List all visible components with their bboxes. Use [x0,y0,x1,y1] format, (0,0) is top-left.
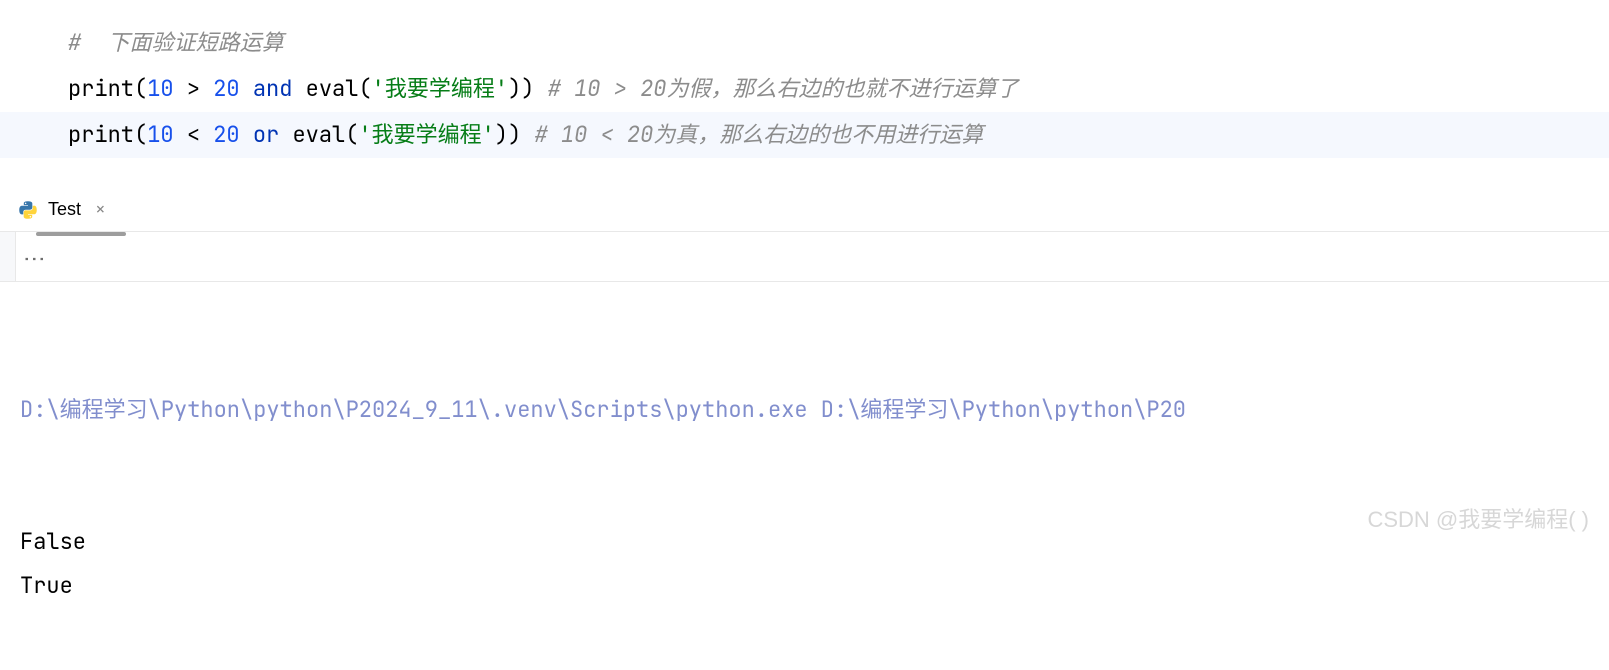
token-paren: ( [345,120,358,149]
token-number: 10 [147,120,173,149]
token-func: print [68,120,134,149]
token-operator: < [174,120,214,149]
toolbar-left: ⋮ [16,248,54,266]
python-icon [18,200,38,220]
console-command-line: D:\编程学习\Python\python\P2024_9_11\.venv\S… [20,388,1589,432]
token-operator [279,120,292,149]
token-comment: # 下面验证短路运算 [68,28,284,57]
tab-active-indicator [36,232,126,236]
token-number: 10 [147,74,173,103]
token-number: 20 [213,120,239,149]
token-number: 20 [213,74,239,103]
token-operator [521,120,534,149]
token-operator [240,74,253,103]
token-keyword: or [253,120,279,149]
token-operator [292,74,305,103]
console-toolbar: ⋮ [0,232,1609,282]
console-line: False [20,520,1589,564]
code-line[interactable]: print(10 < 20 or eval('我要学编程')) # 10 < 2… [0,112,1609,158]
token-comment: # 10 < 20为真，那么右边的也不用进行运算 [534,120,983,149]
token-string: '我要学编程' [358,120,494,149]
token-operator: > [174,74,214,103]
token-comment: # 10 > 20为假，那么右边的也就不进行运算了 [548,74,1019,103]
token-func: eval [292,120,345,149]
token-operator [534,74,547,103]
console-output[interactable]: D:\编程学习\Python\python\P2024_9_11\.venv\S… [0,282,1609,670]
token-operator [240,120,253,149]
kebab-menu-icon[interactable]: ⋮ [21,248,50,266]
console-line: True [20,564,1589,608]
code-line[interactable]: print(10 > 20 and eval('我要学编程')) # 10 > … [0,66,1609,112]
code-editor[interactable]: # 下面验证短路运算print(10 > 20 and eval('我要学编程'… [0,0,1609,188]
run-tab-bar: Test × [0,188,1609,232]
token-func: print [68,74,134,103]
token-paren: )) [495,120,521,149]
token-paren: ( [358,74,371,103]
tab-label: Test [48,199,81,220]
run-tab-test[interactable]: Test × [0,188,124,231]
code-line[interactable]: # 下面验证短路运算 [0,20,1609,66]
token-paren: ( [134,74,147,103]
token-paren: )) [508,74,534,103]
token-keyword: and [253,74,293,103]
token-string: '我要学编程' [372,74,508,103]
token-func: eval [306,74,359,103]
gutter-cell [0,232,16,281]
console-stdout: FalseTrue [20,520,1589,608]
token-paren: ( [134,120,147,149]
close-icon[interactable]: × [95,198,106,221]
